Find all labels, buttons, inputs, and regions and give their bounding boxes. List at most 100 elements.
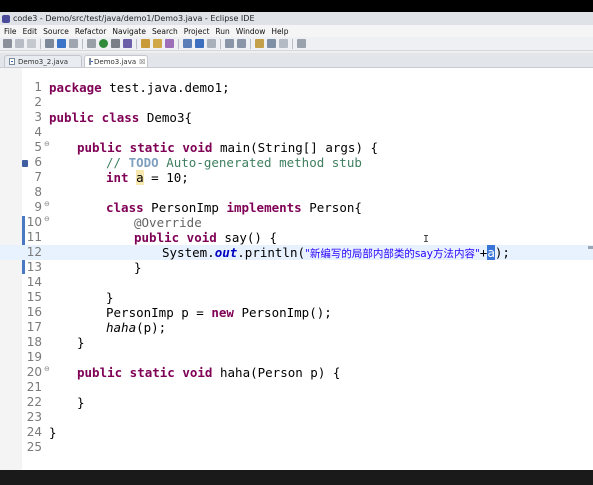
editor-tab-bar: Demo3_2.java Demo3.java ☒ (0, 53, 593, 68)
forward-icon[interactable] (279, 39, 288, 48)
code-line: 6 // TODO Auto-generated method stub (0, 155, 593, 170)
back-icon[interactable] (267, 39, 276, 48)
tab-demo3[interactable]: Demo3.java ☒ (84, 55, 148, 67)
code-text: public static void haha(Person p) { (77, 365, 340, 380)
new-package-icon[interactable] (141, 39, 150, 48)
code-token: } (49, 425, 57, 440)
java-file-icon (89, 58, 93, 65)
code-line: 18 } (0, 335, 593, 350)
code-token: test.java.demo1; (101, 80, 230, 95)
coverage-icon[interactable] (111, 39, 120, 48)
eclipse-window: code3 - Demo/src/test/java/demo1/Demo3.j… (0, 12, 593, 470)
code-line: 20 ⊖ public static void haha(Person p) { (0, 365, 593, 380)
menu-bar: File Edit Source Refactor Navigate Searc… (0, 25, 593, 37)
code-token: (p); (136, 320, 167, 335)
code-line: 7 int a = 10; (0, 170, 593, 185)
code-editor[interactable]: 1 package test.java.demo1; 2 3 public cl… (0, 68, 593, 470)
menu-file[interactable]: File (0, 27, 20, 36)
keyword: implements (226, 200, 302, 215)
static-method-call: haha (106, 320, 137, 335)
keyword: public static void (77, 140, 213, 155)
toggle-mark-icon[interactable] (183, 39, 192, 48)
line-number: 9 (34, 200, 42, 214)
print-icon[interactable] (45, 39, 54, 48)
code-line: 17 haha(p); (0, 320, 593, 335)
pin-editor-icon[interactable] (297, 39, 306, 48)
code-line: 9 ⊖ class PersonImp implements Person{ (0, 200, 593, 215)
annotation: @Override (134, 215, 202, 230)
new-class-icon[interactable] (153, 39, 162, 48)
line-number: 17 (26, 320, 42, 334)
tab-demo3-2[interactable]: Demo3_2.java (4, 55, 82, 67)
block-selection-icon[interactable] (207, 39, 216, 48)
debug-icon[interactable] (57, 39, 66, 48)
menu-edit[interactable]: Edit (20, 27, 41, 36)
fold-icon[interactable]: ⊖ (44, 365, 50, 373)
line-number: 12 (26, 245, 42, 259)
overview-occurrence-mark[interactable] (588, 246, 593, 249)
menu-help[interactable]: Help (268, 27, 291, 36)
close-icon[interactable]: ☒ (139, 58, 145, 66)
line-number: 8 (34, 185, 42, 199)
menu-source[interactable]: Source (40, 27, 72, 36)
keyword: package (49, 80, 102, 95)
menu-navigate[interactable]: Navigate (109, 27, 149, 36)
variable-occurrence: a (136, 170, 144, 185)
main-toolbar (0, 37, 593, 51)
toolbar-separator (40, 38, 41, 49)
menu-project[interactable]: Project (181, 27, 213, 36)
save-all-icon[interactable] (27, 39, 36, 48)
previous-annotation-icon[interactable] (237, 39, 246, 48)
todo-tag: TODO (128, 155, 159, 170)
mouse-ibeam-cursor: I (423, 234, 430, 245)
external-tools-icon[interactable] (123, 39, 132, 48)
line-number: 13 (26, 260, 42, 274)
settings-icon[interactable] (87, 39, 96, 48)
menu-run[interactable]: Run (212, 27, 232, 36)
next-annotation-icon[interactable] (225, 39, 234, 48)
code-text: class PersonImp implements Person{ (106, 200, 362, 215)
fold-icon[interactable]: ⊖ (44, 200, 50, 208)
code-line: 13 } (0, 260, 593, 275)
save-icon[interactable] (15, 39, 24, 48)
window-title: code3 - Demo/src/test/java/demo1/Demo3.j… (13, 14, 255, 23)
search-icon[interactable] (69, 39, 78, 48)
eclipse-app-icon (2, 14, 10, 23)
tab-label: Demo3_2.java (18, 57, 69, 66)
code-line: 10 ⊖ @Override (0, 215, 593, 230)
toolbar-separator (136, 38, 137, 49)
keyword: int (106, 170, 129, 185)
line-number: 16 (26, 305, 42, 319)
java-file-icon (9, 58, 15, 65)
fold-icon[interactable]: ⊖ (44, 140, 50, 148)
menu-window[interactable]: Window (233, 27, 269, 36)
line-number: 20 (26, 365, 42, 379)
code-token: PersonImp(); (233, 305, 332, 320)
last-edit-icon[interactable] (255, 39, 264, 48)
line-number: 25 (26, 440, 42, 454)
code-token: // (106, 155, 129, 170)
line-number: 6 (34, 155, 42, 169)
code-line: 24 } (0, 425, 593, 440)
code-text: System.out.println("新编写的局部内部类的say方法内容"+a… (162, 245, 510, 261)
code-token: } (77, 395, 85, 410)
code-token: Person{ (301, 200, 362, 215)
code-text: public void say() { (134, 230, 277, 245)
menu-search[interactable]: Search (149, 27, 181, 36)
run-icon[interactable] (99, 39, 108, 48)
code-line: 23 (0, 410, 593, 425)
comment: // TODO Auto-generated method stub (106, 155, 362, 170)
line-number: 14 (26, 275, 42, 289)
code-line: 19 (0, 350, 593, 365)
line-number: 11 (26, 230, 42, 244)
line-number: 21 (26, 380, 42, 394)
open-type-icon[interactable] (165, 39, 174, 48)
fold-icon[interactable]: ⊖ (44, 215, 50, 223)
code-line: 16 PersonImp p = new PersonImp(); (0, 305, 593, 320)
menu-refactor[interactable]: Refactor (72, 27, 109, 36)
code-line: 5 ⊖ public static void main(String[] arg… (0, 140, 593, 155)
show-whitespace-icon[interactable] (195, 39, 204, 48)
code-line: 4 (0, 125, 593, 140)
new-icon[interactable] (3, 39, 12, 48)
code-token: System. (162, 245, 215, 260)
